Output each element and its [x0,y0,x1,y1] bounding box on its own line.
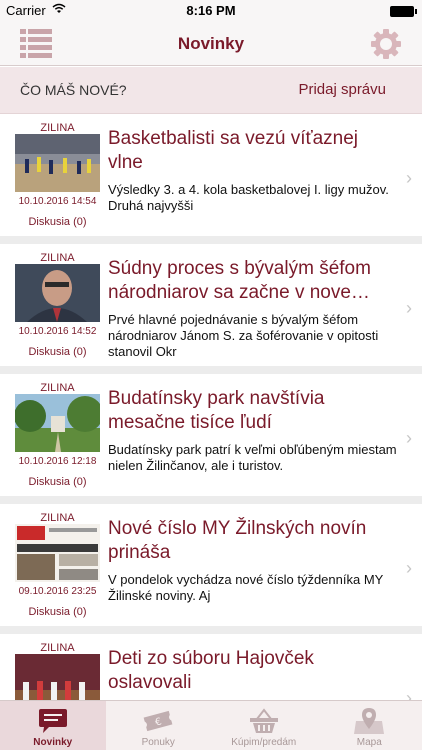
news-headline: Súdny proces s bývalým šéfom národniarov… [108,258,371,303]
news-city: ZILINA [40,642,75,654]
clock: 8:16 PM [186,3,236,18]
news-item[interactable]: ZILINA 09.10.2016 23:25 Diskusia (0) Nov… [0,504,422,626]
news-item[interactable]: ZILINA 10.10.2016 12:18 Diskusia (0) Bud… [0,374,422,496]
news-city: ZILINA [40,512,75,524]
news-date: 10.10.2016 14:54 [18,196,97,207]
tab-bar: Novinky € Ponuky Kúpim/predám Mapa [0,700,422,750]
news-city: ZILINA [40,382,75,394]
whats-new-bar: ČO MÁŠ NOVÉ? Pridaj správu [0,67,422,114]
chevron-right-icon: › [406,298,412,318]
status-bar: Carrier 8:16 PM [0,0,422,22]
ticket-icon: € [142,707,174,735]
news-thumbnail [15,524,100,582]
tab-label: Kúpim/predám [231,737,297,748]
battery-icon [390,6,417,17]
discussion-link[interactable]: Diskusia (0) [15,346,100,358]
news-excerpt: Prvé hlavné pojednávanie s bývalým šéfom… [108,312,379,359]
tab-mapa[interactable]: Mapa [317,701,422,750]
news-thumbnail [15,264,100,322]
discussion-link[interactable]: Diskusia (0) [15,606,100,618]
gear-icon[interactable] [370,28,402,60]
news-headline: Deti zo súboru Hajovček oslavovali [108,648,314,693]
news-date: 09.10.2016 23:25 [18,586,97,597]
chevron-right-icon: › [406,428,412,448]
chevron-right-icon: › [406,688,412,700]
news-thumbnail [15,394,100,452]
map-pin-icon [353,707,385,735]
tab-novinky[interactable]: Novinky [0,701,106,750]
news-item[interactable]: ZILINA 10.10.2016 14:52 Diskusia (0) Súd… [0,244,422,366]
news-thumbnail [15,134,100,192]
news-date: 10.10.2016 14:52 [18,326,97,337]
discussion-link[interactable]: Diskusia (0) [15,216,100,228]
news-excerpt: V pondelok vychádza nové číslo týždenník… [108,572,384,603]
news-thumbnail [15,654,100,700]
tab-kupim-predam[interactable]: Kúpim/predám [211,701,317,750]
news-excerpt: Výsledky 3. a 4. kola basketbalovej I. l… [108,182,389,213]
discussion-link[interactable]: Diskusia (0) [15,476,100,488]
tab-label: Ponuky [141,737,175,748]
news-item[interactable]: ZILINA 10.10.2016 14:54 Diskusia (0) Bas… [0,114,422,236]
news-date: 10.10.2016 12:18 [18,456,97,467]
news-feed[interactable]: ZILINA 10.10.2016 14:54 Diskusia (0) Bas… [0,114,422,700]
page-title: Novinky [177,34,245,53]
chevron-right-icon: › [406,558,412,578]
news-city: ZILINA [40,252,75,264]
news-icon [37,707,69,735]
basket-icon [248,707,280,735]
list-menu-icon[interactable] [20,28,52,58]
whats-new-prompt: ČO MÁŠ NOVÉ? [20,82,127,98]
tab-ponuky[interactable]: € Ponuky [106,701,212,750]
news-headline: Nové číslo MY Žilnských novín prináša [108,518,367,563]
navigation-bar: Novinky [0,22,422,66]
add-message-button[interactable]: Pridaj správu [298,81,386,98]
chevron-right-icon: › [406,168,412,188]
news-item[interactable]: ZILINA Deti zo súboru Hajovček oslavoval… [0,634,422,700]
news-excerpt: Budatínsky park patrí k veľmi obľúbeným … [108,442,397,473]
news-headline: Basketbalisti sa vezú víťaznej vlne [108,128,359,173]
tab-label: Mapa [356,737,382,748]
news-headline: Budatínsky park navštívia mesačne tisíce… [108,388,325,433]
tab-label: Novinky [33,737,73,748]
news-city: ZILINA [40,122,75,134]
